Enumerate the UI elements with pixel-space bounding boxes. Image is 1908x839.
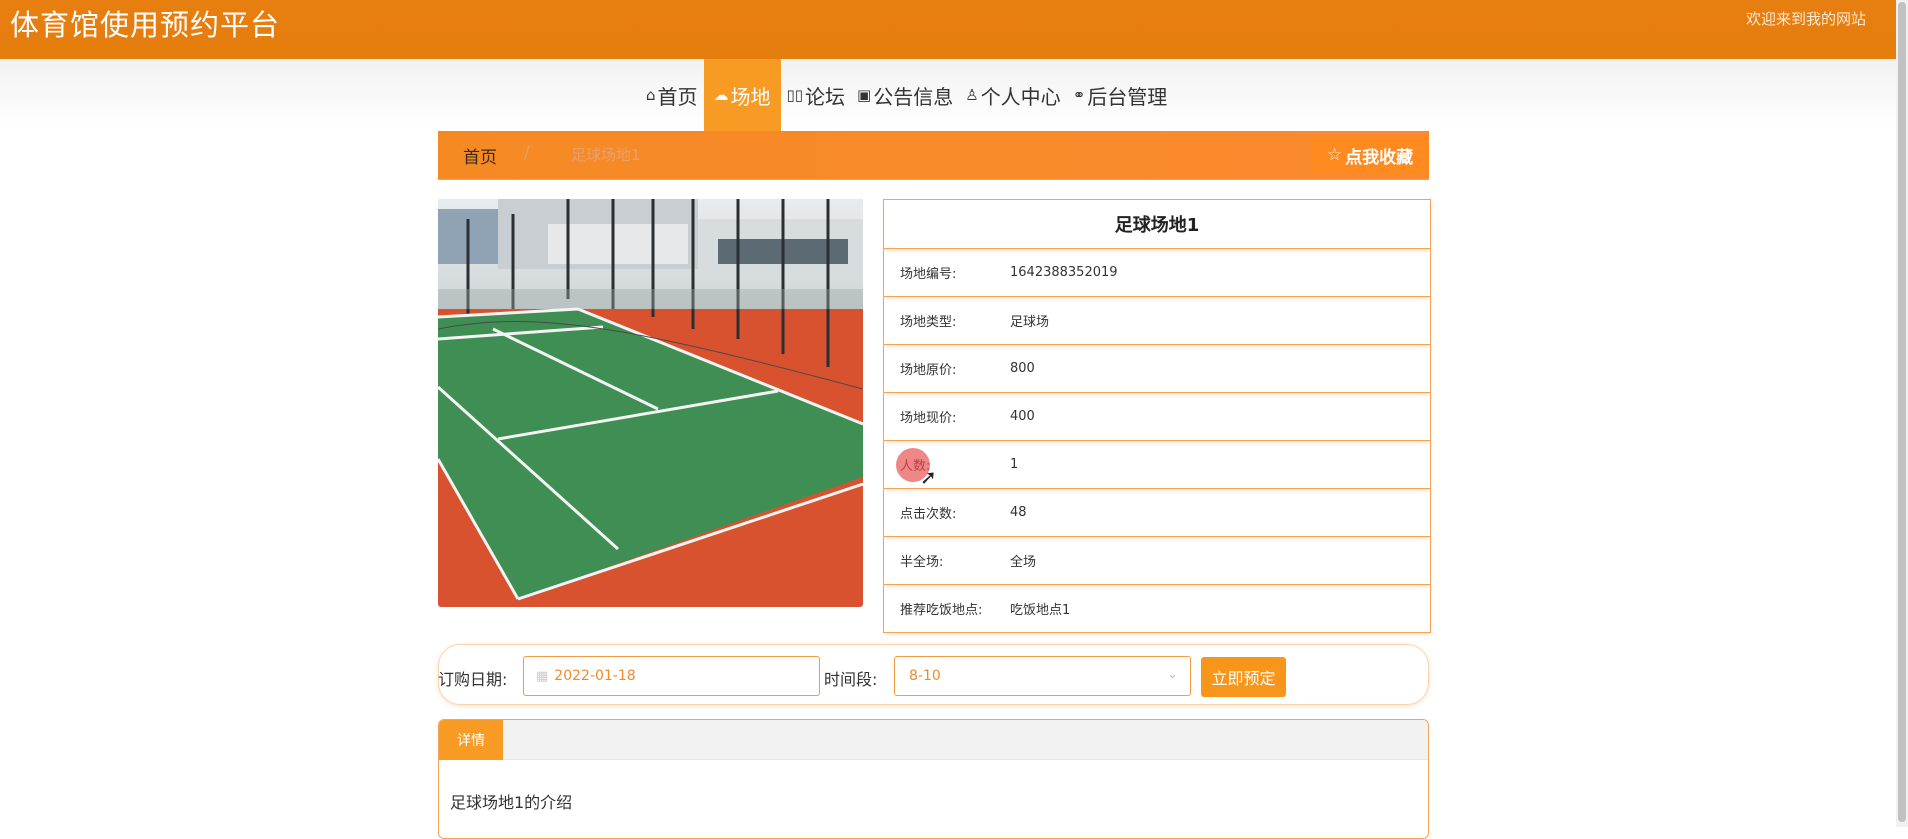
nav-item-announcements[interactable]: ▣ 公告信息 — [851, 59, 959, 131]
nav-label: 场地 — [730, 84, 771, 109]
info-key: 场地原价: — [900, 363, 957, 378]
calendar-icon: ▦ — [536, 668, 549, 684]
nav-label: 首页 — [657, 84, 698, 109]
mouse-pointer-icon: ➚ — [920, 465, 937, 489]
scrollbar-thumb[interactable] — [1898, 2, 1906, 822]
info-value: 1642388352019 — [1010, 265, 1118, 280]
tab-detail[interactable]: 详情 — [439, 720, 503, 760]
detail-content: 足球场地1的介绍 — [450, 793, 573, 812]
nav-item-admin[interactable]: ⚭ 后台管理 — [1067, 59, 1174, 131]
info-row-restaurant: 推荐吃饭地点: 吃饭地点1 — [884, 585, 1430, 633]
info-row-court-size: 半全场: 全场 — [884, 537, 1430, 585]
date-label: 订购日期: — [438, 670, 508, 689]
site-title: 体育馆使用预约平台 — [10, 8, 281, 42]
info-key: 点击次数: — [900, 507, 957, 522]
nav-label: 公告信息 — [873, 84, 954, 109]
date-input[interactable]: ▦ 2022-01-18 — [523, 656, 820, 696]
gift-icon: ▣ — [857, 86, 872, 104]
nav-item-forum[interactable]: ▯▯ 论坛 — [781, 59, 852, 131]
favorite-button[interactable]: ☆ 点我收藏 — [1311, 137, 1429, 173]
info-row-people: 人数: 1 ➚ — [884, 441, 1430, 489]
forum-icon: ▯▯ — [786, 86, 804, 104]
book-now-button[interactable]: 立即预定 — [1201, 657, 1286, 697]
nav-item-home[interactable]: ⌂ 首页 — [640, 59, 704, 131]
info-row-current-price: 场地现价: 400 — [884, 393, 1430, 441]
info-row-original-price: 场地原价: 800 — [884, 345, 1430, 393]
breadcrumb: 首页 / 足球场地1 ☆ 点我收藏 — [438, 131, 1429, 180]
info-key: 场地类型: — [900, 315, 957, 330]
detail-panel: 详情 足球场地1的介绍 — [438, 719, 1429, 839]
info-key: 场地编号: — [900, 267, 957, 282]
chevron-down-icon: ⌄ — [1167, 667, 1178, 682]
info-key: 场地现价: — [900, 411, 957, 426]
info-value: 吃饭地点1 — [1010, 603, 1071, 618]
nav-item-venue[interactable]: ☁ 场地 — [703, 59, 781, 131]
info-row-code: 场地编号: 1642388352019 — [884, 249, 1430, 297]
breadcrumb-separator: / — [524, 143, 530, 163]
time-label: 时间段: — [824, 670, 878, 689]
info-key: 推荐吃饭地点: — [900, 603, 983, 618]
info-value: 1 — [1010, 457, 1019, 472]
info-value: 400 — [1010, 409, 1035, 424]
venue-info-table: 足球场地1 场地编号: 1642388352019 场地类型: 足球场 场地原价… — [883, 199, 1431, 633]
favorite-label: 点我收藏 — [1345, 147, 1414, 168]
link-icon: ⚭ — [1072, 86, 1086, 104]
info-row-clicks: 点击次数: 48 — [884, 489, 1430, 537]
main-nav: ⌂ 首页 ☁ 场地 ▯▯ 论坛 ▣ 公告信息 ♙ 个人中心 ⚭ 后台管理 — [0, 59, 1896, 131]
time-value: 8-10 — [909, 668, 941, 684]
breadcrumb-home[interactable]: 首页 — [463, 143, 497, 168]
user-icon: ♙ — [965, 86, 979, 104]
venue-title: 足球场地1 — [884, 200, 1430, 249]
info-value: 全场 — [1010, 555, 1037, 570]
site-header: 体育馆使用预约平台 欢迎来到我的网站 — [0, 0, 1896, 59]
nav-label: 个人中心 — [980, 84, 1061, 109]
home-icon: ⌂ — [646, 86, 656, 104]
nav-label: 论坛 — [805, 84, 846, 109]
date-value: 2022-01-18 — [554, 668, 636, 684]
nav-item-profile[interactable]: ♙ 个人中心 — [959, 59, 1066, 131]
nav-label: 后台管理 — [1087, 84, 1168, 109]
tennis-court-photo — [438, 199, 863, 607]
breadcrumb-current: 足球场地1 — [571, 146, 641, 164]
venue-image — [438, 199, 863, 607]
scrollbar[interactable] — [1896, 0, 1908, 827]
info-value: 足球场 — [1010, 315, 1050, 330]
info-key: 人数: — [900, 459, 931, 474]
info-key: 半全场: — [900, 555, 944, 570]
info-row-type: 场地类型: 足球场 — [884, 297, 1430, 345]
time-select[interactable]: 8-10 ⌄ — [894, 656, 1191, 696]
cloud-icon: ☁ — [713, 86, 729, 104]
info-value: 800 — [1010, 361, 1035, 376]
detail-tabs: 详情 — [439, 720, 1428, 760]
star-icon: ☆ — [1326, 145, 1343, 165]
info-value: 48 — [1010, 505, 1027, 520]
welcome-text: 欢迎来到我的网站 — [1745, 10, 1866, 28]
